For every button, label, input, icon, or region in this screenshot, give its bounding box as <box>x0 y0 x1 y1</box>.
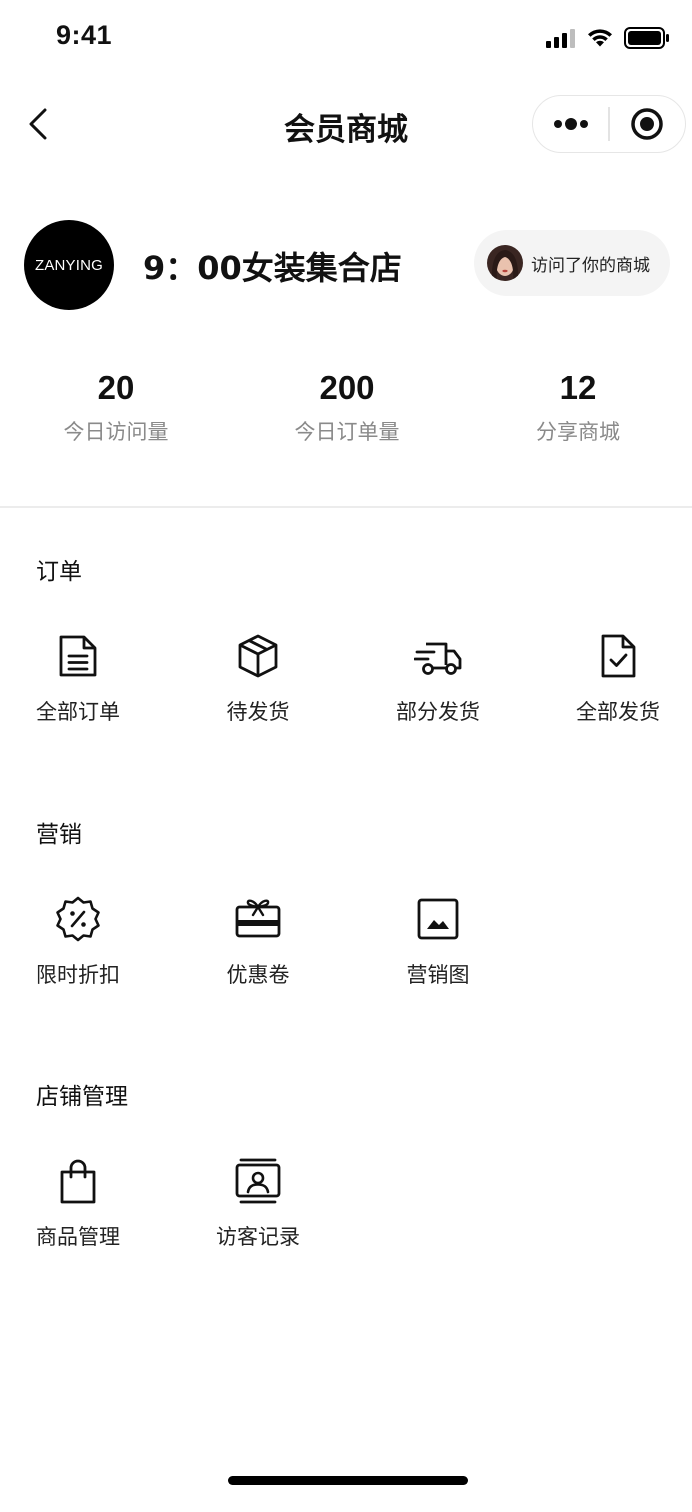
grid-label: 访客记录 <box>216 1225 300 1249</box>
status-bar: 9:41 <box>0 0 692 76</box>
section-title: 店铺管理 <box>36 1084 128 1110</box>
shopping-bag-icon <box>60 1159 96 1204</box>
product-management-button[interactable]: 商品管理 <box>0 1157 168 1251</box>
grid-label: 优惠卷 <box>226 963 290 987</box>
recent-visitor-pill[interactable]: 访问了你的商城 <box>474 230 670 296</box>
stat-label: 今日订单量 <box>294 420 400 444</box>
shop-header: ZANYING 9：00女装集合店 访问了你的商城 <box>0 218 692 312</box>
shop-logo: ZANYING <box>24 220 114 310</box>
status-time: 9:41 <box>56 20 113 50</box>
delivery-truck-icon <box>414 642 462 675</box>
grid-label: 营销图 <box>406 963 470 987</box>
visitor-records-button[interactable]: 访客记录 <box>168 1157 348 1251</box>
grid-label: 全部发货 <box>576 700 660 724</box>
grid-label: 限时折扣 <box>36 963 120 987</box>
section-divider <box>0 506 692 508</box>
cellular-signal-icon <box>546 29 575 48</box>
coupon-button[interactable]: 优惠卷 <box>168 895 348 989</box>
stat-value: 200 <box>319 369 375 406</box>
discount-badge-icon <box>56 896 100 942</box>
file-check-icon <box>601 634 636 678</box>
flash-discount-button[interactable]: 限时折扣 <box>0 895 168 989</box>
stat-visits[interactable]: 20 今日访问量 <box>16 366 216 446</box>
stat-orders[interactable]: 200 今日订单量 <box>247 366 447 446</box>
partial-shipment-button[interactable]: 部分发货 <box>348 632 528 726</box>
target-circle-icon <box>631 108 664 140</box>
shop-name: 9：00女装集合店 <box>143 249 402 287</box>
grid-label: 部分发货 <box>396 700 480 724</box>
grid-label: 全部订单 <box>36 700 120 724</box>
mini-program-capsule <box>532 95 686 153</box>
marketing-image-button[interactable]: 营销图 <box>348 895 528 989</box>
more-button[interactable] <box>533 95 608 153</box>
section-title: 订单 <box>36 559 82 585</box>
visitor-card-icon <box>235 1158 281 1204</box>
stat-value: 12 <box>559 369 597 406</box>
visitor-text: 访问了你的商城 <box>531 255 650 276</box>
stat-label: 今日访问量 <box>63 420 169 444</box>
stats-row: 20 今日访问量 200 今日订单量 12 分享商城 <box>0 366 692 456</box>
pending-shipment-button[interactable]: 待发货 <box>168 632 348 726</box>
image-icon <box>417 898 459 940</box>
status-icons <box>546 26 670 50</box>
section-title: 营销 <box>36 822 82 848</box>
more-dots-icon <box>553 118 588 130</box>
stat-value: 20 <box>97 369 135 406</box>
all-shipped-button[interactable]: 全部发货 <box>528 632 692 726</box>
gift-card-icon <box>235 899 281 938</box>
all-orders-button[interactable]: 全部订单 <box>0 632 168 726</box>
stat-shares[interactable]: 12 分享商城 <box>478 366 678 446</box>
battery-icon <box>624 27 669 49</box>
grid-label: 待发货 <box>226 700 290 724</box>
visitor-avatar <box>487 245 523 281</box>
close-miniprogram-button[interactable] <box>610 95 685 153</box>
home-indicator <box>228 1476 468 1485</box>
navigation-bar: 会员商城 <box>0 92 692 156</box>
grid-label: 商品管理 <box>36 1225 120 1249</box>
stat-label: 分享商城 <box>536 420 620 444</box>
wifi-icon <box>588 29 612 47</box>
package-icon <box>238 634 278 678</box>
document-icon <box>59 635 97 677</box>
